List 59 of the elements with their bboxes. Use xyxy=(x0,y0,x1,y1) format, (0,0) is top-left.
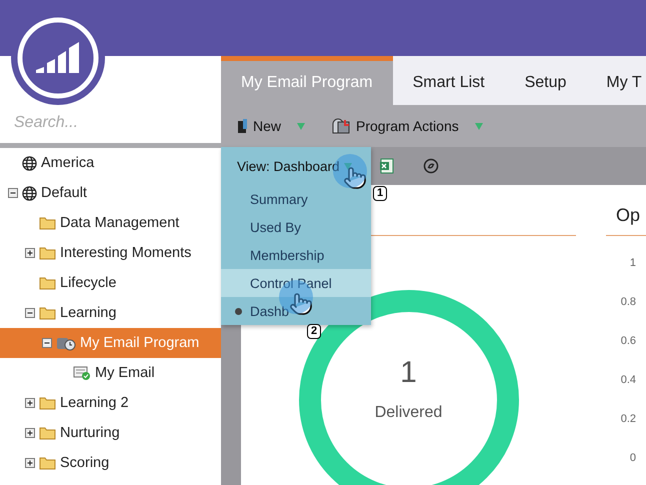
toolbar-menu-button[interactable]: New xyxy=(237,118,306,134)
tree-item[interactable]: My Email xyxy=(0,358,221,388)
tab[interactable]: My T xyxy=(586,56,646,105)
menu-item[interactable]: Used By xyxy=(221,213,371,241)
spreadsheet-icon[interactable] xyxy=(379,158,395,174)
folder-icon xyxy=(39,306,56,320)
search-field[interactable]: Search... xyxy=(12,113,224,133)
tree-item[interactable]: Interesting Moments xyxy=(0,238,221,268)
tree-item[interactable]: Default xyxy=(0,178,221,208)
caret-icon xyxy=(474,122,483,130)
collapse-toggle[interactable] xyxy=(25,308,35,318)
axis-label: 0.4 xyxy=(620,373,636,388)
folder-icon xyxy=(39,276,56,290)
menu-item[interactable]: Dashb xyxy=(221,297,371,325)
axis-label: 0 xyxy=(630,451,636,466)
step-number: 2 xyxy=(307,324,322,339)
axis-label: 1 xyxy=(630,256,636,271)
caret-icon xyxy=(344,162,352,170)
tree-item[interactable]: Learning xyxy=(0,298,221,328)
toolbar-menu-button[interactable]: Program Actions xyxy=(331,118,483,134)
expand-toggle[interactable] xyxy=(25,428,35,438)
tab[interactable]: Smart List xyxy=(392,56,505,105)
panel-title: Op xyxy=(615,205,642,227)
tree-item[interactable]: Lifecycle xyxy=(0,268,221,298)
tree-item[interactable]: America xyxy=(0,148,221,178)
folder-icon xyxy=(39,216,56,230)
expand-toggle[interactable] xyxy=(25,398,35,408)
step-number: 1 xyxy=(373,186,388,201)
folder-icon xyxy=(39,396,56,410)
menu-item[interactable]: Summary xyxy=(221,185,371,213)
menu-item[interactable]: Control Panel xyxy=(221,269,371,297)
hand-cursor-icon xyxy=(289,292,313,316)
tree-item[interactable]: Data Management xyxy=(0,208,221,238)
folder-icon xyxy=(39,456,56,470)
folder-icon xyxy=(39,426,56,440)
collapse-toggle[interactable] xyxy=(42,338,52,348)
axis-label: 0.2 xyxy=(620,412,636,427)
caret-icon xyxy=(297,122,306,130)
globe-icon xyxy=(22,186,37,200)
expand-toggle[interactable] xyxy=(25,248,35,258)
view-dropdown-button[interactable]: View: Dashboard xyxy=(221,147,371,185)
globe-icon xyxy=(22,156,37,170)
donut-value: 1 xyxy=(399,356,418,390)
axis-label: 0.6 xyxy=(620,334,636,349)
hand-cursor-icon xyxy=(343,166,367,190)
tree-item[interactable]: Nurturing xyxy=(0,418,221,448)
program-icon xyxy=(56,336,76,350)
tree-item[interactable]: Scoring xyxy=(0,448,221,478)
book-icon xyxy=(237,118,248,134)
folder-icon xyxy=(39,246,56,260)
collapse-toggle[interactable] xyxy=(8,188,18,198)
email-icon xyxy=(73,365,91,381)
expand-toggle[interactable] xyxy=(25,458,35,468)
donut-label: Delivered xyxy=(374,404,444,422)
menu-item[interactable]: Membership xyxy=(221,241,371,269)
tab[interactable]: Setup xyxy=(504,56,586,105)
mailbox-icon xyxy=(331,118,352,134)
tree-item[interactable]: Learning 2 xyxy=(0,388,221,418)
axis-label: 0.8 xyxy=(620,295,636,310)
